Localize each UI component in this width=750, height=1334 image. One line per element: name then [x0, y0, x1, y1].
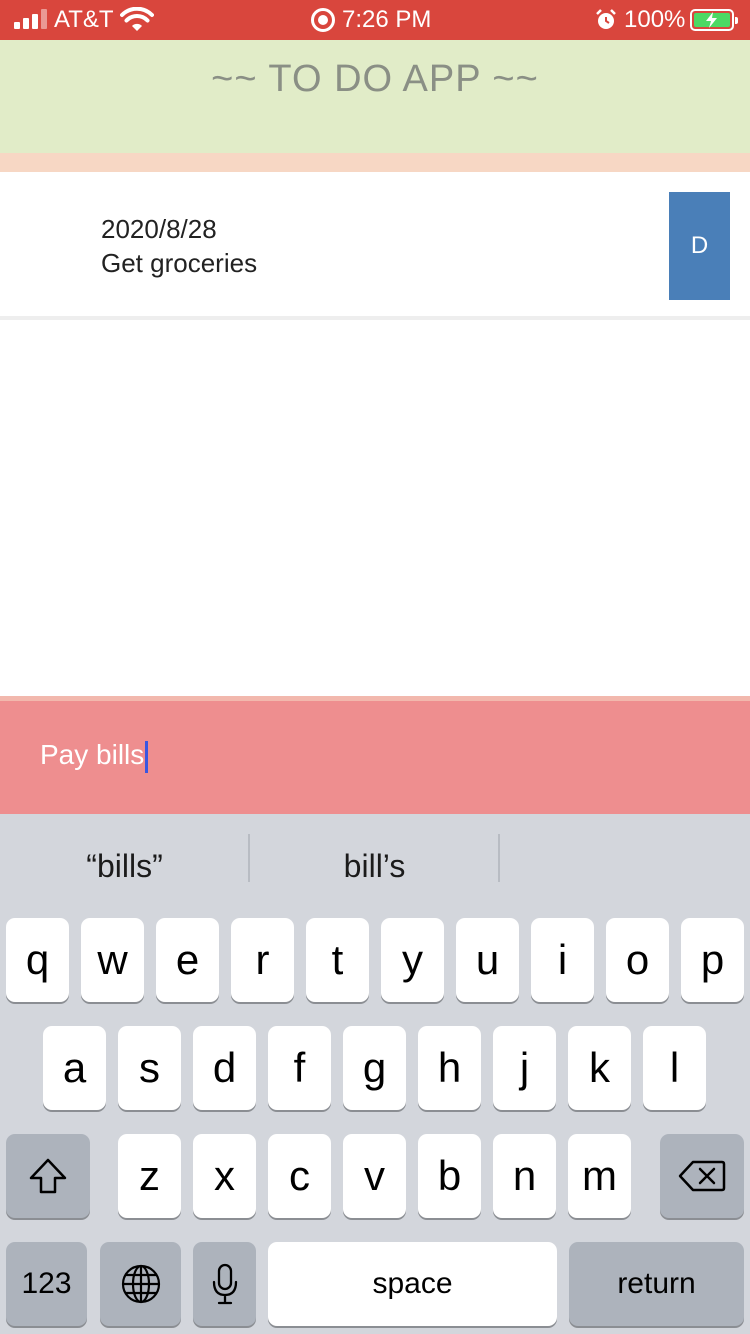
- suggestion-item[interactable]: bill’s: [250, 834, 499, 884]
- suggestion-bar: “bills” bill’s: [0, 814, 750, 914]
- key-t[interactable]: t: [306, 918, 369, 1002]
- key-x[interactable]: x: [193, 1134, 256, 1218]
- suggestion-item[interactable]: “bills”: [0, 834, 249, 884]
- key-a[interactable]: a: [43, 1026, 106, 1110]
- key-u[interactable]: u: [456, 918, 519, 1002]
- key-j[interactable]: j: [493, 1026, 556, 1110]
- shift-icon: [29, 1158, 67, 1194]
- backspace-icon: [678, 1160, 726, 1192]
- dictation-key[interactable]: [193, 1242, 256, 1326]
- space-key[interactable]: space: [268, 1242, 557, 1326]
- shift-key[interactable]: [6, 1134, 90, 1218]
- key-n[interactable]: n: [493, 1134, 556, 1218]
- battery-percent: 100%: [624, 6, 686, 33]
- key-d[interactable]: d: [193, 1026, 256, 1110]
- key-k[interactable]: k: [568, 1026, 631, 1110]
- backspace-key[interactable]: [660, 1134, 744, 1218]
- key-w[interactable]: w: [81, 918, 144, 1002]
- signal-strength-icon: [14, 9, 48, 29]
- wifi-icon: [120, 7, 154, 31]
- key-z[interactable]: z: [118, 1134, 181, 1218]
- key-r[interactable]: r: [231, 918, 294, 1002]
- todo-input-value: Pay bills: [40, 739, 145, 770]
- key-q[interactable]: q: [6, 918, 69, 1002]
- todo-list: 2020/8/28 Get groceries D: [0, 172, 750, 696]
- key-v[interactable]: v: [343, 1134, 406, 1218]
- todo-input[interactable]: Pay bills: [40, 737, 149, 773]
- key-y[interactable]: y: [381, 918, 444, 1002]
- numbers-key[interactable]: 123: [6, 1242, 87, 1326]
- status-bar: AT&T 7:26 PM 100%: [0, 0, 750, 40]
- battery-charging-icon: [690, 9, 738, 31]
- key-f[interactable]: f: [268, 1026, 331, 1110]
- key-c[interactable]: c: [268, 1134, 331, 1218]
- key-l[interactable]: l: [643, 1026, 706, 1110]
- screen-recording-icon: [311, 8, 335, 32]
- key-h[interactable]: h: [418, 1026, 481, 1110]
- microphone-icon: [212, 1263, 237, 1305]
- todo-item: 2020/8/28 Get groceries D: [0, 172, 750, 320]
- key-e[interactable]: e: [156, 918, 219, 1002]
- todo-text: Get groceries: [101, 248, 258, 278]
- app-header: ~~ TO DO APP ~~: [0, 40, 750, 153]
- carrier-label: AT&T: [54, 6, 114, 33]
- keyboard: “bills” bill’s q w e r t y u i o p a s d…: [0, 814, 750, 1334]
- key-i[interactable]: i: [531, 918, 594, 1002]
- clock: 7:26 PM: [342, 6, 432, 33]
- todo-date: 2020/8/28: [101, 214, 217, 244]
- key-m[interactable]: m: [568, 1134, 631, 1218]
- key-p[interactable]: p: [681, 918, 744, 1002]
- return-key[interactable]: return: [569, 1242, 744, 1326]
- header-divider: [0, 153, 750, 172]
- key-s[interactable]: s: [118, 1026, 181, 1110]
- key-g[interactable]: g: [343, 1026, 406, 1110]
- todo-input-bar[interactable]: Pay bills: [0, 701, 750, 814]
- suggestion-divider: [498, 834, 500, 882]
- alarm-icon: [596, 9, 616, 29]
- key-b[interactable]: b: [418, 1134, 481, 1218]
- text-cursor: [145, 740, 149, 773]
- key-o[interactable]: o: [606, 918, 669, 1002]
- page-title: ~~ TO DO APP ~~: [211, 58, 539, 100]
- delete-button[interactable]: D: [669, 192, 730, 300]
- globe-key[interactable]: [100, 1242, 181, 1326]
- globe-icon: [121, 1264, 160, 1304]
